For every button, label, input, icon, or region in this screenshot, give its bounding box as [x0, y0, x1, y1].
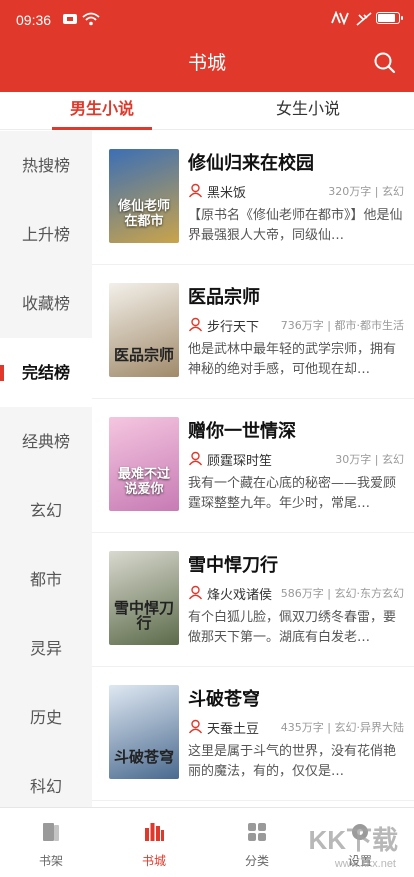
sidebar-item-history[interactable]: 历史 — [0, 683, 92, 752]
category-sidebar: 热搜榜 上升榜 收藏榜 完结榜 经典榜 玄幻 都市 灵异 历史 科幻 — [0, 131, 92, 807]
book-item[interactable]: 雪中悍刀行 雪中悍刀行 烽火戏诸侯 586万字 | 玄幻·东方玄幻 有个白狐儿脸… — [92, 533, 414, 667]
battery-level — [378, 14, 395, 22]
sidebar-item-rising[interactable]: 上升榜 — [0, 200, 92, 269]
book-author: 顾霆琛时笙 — [207, 454, 273, 469]
tab-male[interactable]: 男生小说 — [52, 92, 152, 130]
sidebar-item-xuanhuan[interactable]: 玄幻 — [0, 476, 92, 545]
cover-title: 医品宗师 — [113, 346, 174, 364]
bookshelf-icon — [43, 823, 59, 841]
book-meta: 435万字 | 玄幻·异界大陆 — [280, 721, 404, 734]
sidebar-item-supernatural[interactable]: 灵异 — [0, 614, 92, 683]
sidebar-item-completed[interactable]: 完结榜 — [0, 338, 92, 407]
book-meta: 30万字 | 玄幻 — [335, 453, 404, 466]
book-item[interactable]: 医品宗师 医品宗师 步行天下 736万字 | 都市·都市生活 他是武林中最年轻的… — [92, 265, 414, 399]
book-description: 他是武林中最年轻的武学宗师，拥有神秘的绝对手感，可他现在却… — [188, 342, 397, 377]
author-icon — [188, 585, 203, 600]
battery-icon — [376, 12, 403, 24]
category-icon — [248, 823, 266, 841]
book-cover[interactable]: 修仙老师在都市 — [109, 149, 179, 243]
search-icon[interactable] — [372, 50, 398, 76]
author-icon — [188, 183, 203, 198]
nav-label: 分类 — [244, 854, 269, 868]
book-description: 这里是属于斗气的世界，没有花俏艳丽的魔法，有的，仅仅是… — [188, 744, 397, 779]
sidebar-item-favorites[interactable]: 收藏榜 — [0, 269, 92, 338]
book-description: 【原书名《修仙老师在都市》】他是仙界最强狠人大帝，同级仙… — [188, 208, 403, 243]
book-cover[interactable]: 医品宗师 — [109, 283, 179, 377]
author-icon — [188, 451, 203, 466]
nfc-icon — [331, 11, 349, 25]
book-item[interactable]: 最难不过说爱你 赠你一世情深 顾霆琛时笙 30万字 | 玄幻 我有一个藏在心底的… — [92, 399, 414, 533]
tab-female[interactable]: 女生小说 — [258, 92, 358, 130]
sidebar-item-hot-search[interactable]: 热搜榜 — [0, 131, 92, 200]
cover-title: 最难不过说爱你 — [117, 467, 170, 497]
book-cover[interactable]: 斗破苍穹 — [109, 685, 179, 779]
book-description: 我有一个藏在心底的秘密——我爱顾霆琛整整九年。年少时，常尾… — [188, 476, 397, 511]
book-item[interactable]: 修仙老师在都市 修仙归来在校园 黑米饭 320万字 | 玄幻 【原书名《修仙老师… — [92, 131, 414, 265]
book-title[interactable]: 赠你一世情深 — [188, 417, 296, 443]
book-cover[interactable]: 最难不过说爱你 — [109, 417, 179, 511]
status-time: 09:36 — [16, 12, 52, 28]
nav-label: 书城 — [141, 854, 166, 868]
book-description: 有个白狐儿脸，佩双刀绣冬春雷，要做那天下第一。湖底有白发老… — [188, 610, 397, 645]
book-meta: 586万字 | 玄幻·东方玄幻 — [280, 587, 404, 600]
book-title[interactable]: 修仙归来在校园 — [188, 149, 314, 175]
watermark-url: www.kkx.net — [334, 858, 396, 870]
nav-label: 书架 — [38, 854, 63, 868]
gender-tabs: 男生小说 女生小说 — [0, 92, 414, 130]
status-bar: 09:36 — [0, 0, 414, 40]
book-cover[interactable]: 雪中悍刀行 — [109, 551, 179, 645]
book-title[interactable]: 雪中悍刀行 — [188, 551, 278, 577]
book-title[interactable]: 医品宗师 — [188, 283, 260, 309]
vibrate-icon — [356, 12, 372, 26]
app-header: 09:36 书城 — [0, 0, 414, 92]
book-meta: 736万字 | 都市·都市生活 — [280, 319, 404, 332]
nav-category[interactable]: 分类 — [217, 808, 297, 877]
page-title: 书城 — [187, 52, 226, 74]
book-title[interactable]: 斗破苍穹 — [188, 685, 260, 711]
nav-bookstore[interactable]: 书城 — [114, 808, 194, 877]
book-author: 烽火戏诸侯 — [207, 588, 273, 603]
sidebar-item-classic[interactable]: 经典榜 — [0, 407, 92, 476]
watermark: KK下载 — [308, 825, 398, 855]
cover-title: 雪中悍刀行 — [113, 599, 174, 632]
cover-title: 修仙老师在都市 — [117, 199, 170, 229]
cover-title: 斗破苍穹 — [113, 748, 174, 766]
message-icon — [63, 14, 77, 24]
wifi-icon — [82, 12, 100, 26]
book-meta: 320万字 | 玄幻 — [328, 185, 404, 198]
author-icon — [188, 317, 203, 332]
sidebar-item-urban[interactable]: 都市 — [0, 545, 92, 614]
author-icon — [188, 719, 203, 734]
book-author: 步行天下 — [207, 320, 260, 335]
nav-bookshelf[interactable]: 书架 — [11, 808, 91, 877]
book-item[interactable]: 斗破苍穹 斗破苍穹 天蚕土豆 435万字 | 玄幻·异界大陆 这里是属于斗气的世… — [92, 667, 414, 801]
book-author: 黑米饭 — [207, 186, 247, 201]
book-list: 修仙老师在都市 修仙归来在校园 黑米饭 320万字 | 玄幻 【原书名《修仙老师… — [92, 131, 414, 807]
bookstore-icon — [145, 823, 164, 841]
book-author: 天蚕土豆 — [207, 722, 260, 737]
